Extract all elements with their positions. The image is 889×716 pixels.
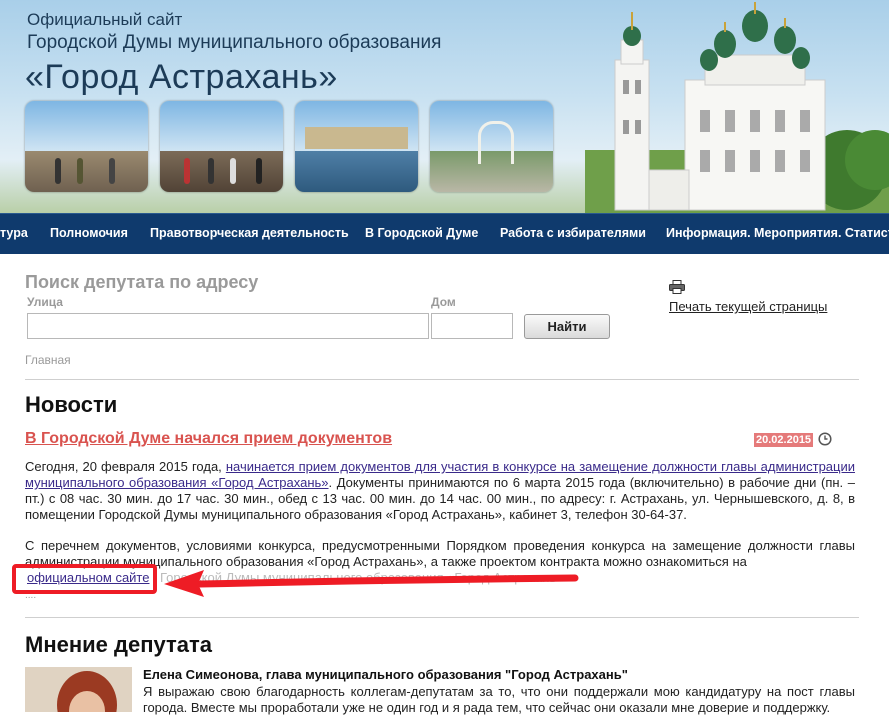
header-photo-rotunda [430,101,553,192]
nav-item-in-duma[interactable]: В Городской Думе [365,214,478,254]
header-photo-river [295,101,418,192]
news-item-title[interactable]: В Городской Думе начался прием документо… [25,430,392,448]
house-label: Дом [431,295,456,309]
arrow-left-icon [164,570,579,597]
printer-icon[interactable] [669,280,685,294]
site-header: Официальный сайт Городской Думы муниципа… [0,0,889,213]
divider [25,379,859,380]
street-label: Улица [27,295,63,309]
find-button[interactable]: Найти [524,314,610,339]
house-input[interactable] [431,313,513,339]
nav-item-voters[interactable]: Работа с избирателями [500,214,646,254]
breadcrumb[interactable]: Главная [25,353,71,367]
site-city-name: «Город Астрахань» [25,58,338,96]
deputy-avatar [25,667,132,712]
nav-item-structure[interactable]: тура [0,214,28,254]
kremlin-cathedral-image [585,2,889,213]
header-photo-embankment [25,101,148,192]
site-org-name: Городской Думы муниципального образовани… [27,32,442,53]
news-paragraph-1: Сегодня, 20 февраля 2015 года, начинаетс… [25,459,855,522]
street-input[interactable] [27,313,429,339]
nav-item-information[interactable]: Информация. Мероприятия. Статист [666,214,889,254]
search-title: Поиск депутата по адресу [25,272,259,292]
deputy-quote: Я выражаю свою благодарность коллегам-де… [143,684,855,715]
main-nav: тура Полномочия Правотворческая деятельн… [0,213,889,254]
opinion-heading: Мнение депутата [25,632,213,657]
clock-icon [818,432,832,446]
deputy-name: Елена Симеонова, глава муниципального об… [143,667,628,682]
nav-item-powers[interactable]: Полномочия [50,214,128,254]
news-date-badge: 20.02.2015 [754,433,814,447]
nav-item-lawmaking[interactable]: Правотворческая деятельность [150,214,349,254]
news-heading: Новости [25,392,118,417]
annotation-highlight-box [12,564,157,594]
header-photo-people [160,101,283,192]
divider [25,617,859,618]
site-subtitle: Официальный сайт [27,10,183,29]
print-page-link[interactable]: Печать текущей страницы [669,299,827,314]
